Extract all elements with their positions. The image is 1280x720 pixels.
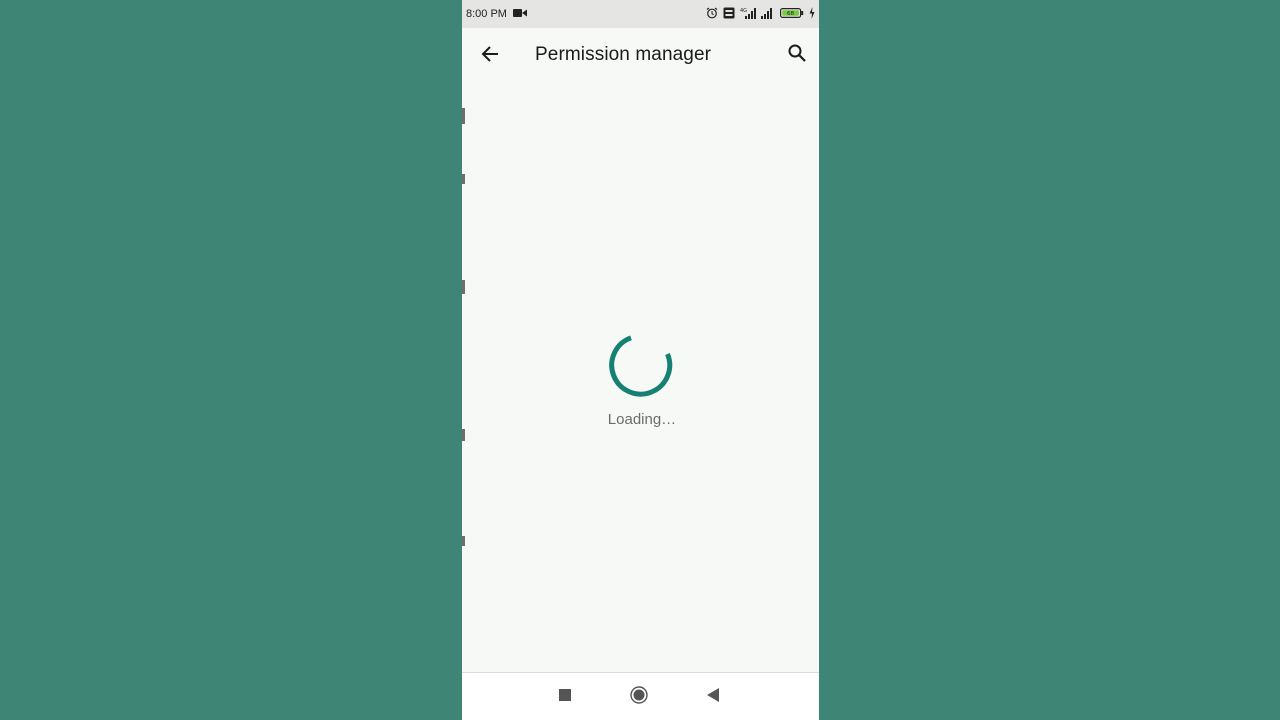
video-camera-icon xyxy=(512,8,527,21)
svg-text:68: 68 xyxy=(787,11,794,17)
search-icon xyxy=(788,44,806,67)
faded-list-edge xyxy=(462,536,465,546)
back-button[interactable] xyxy=(476,42,504,70)
status-bar: 8:00 PM 4G 68 xyxy=(462,0,819,28)
status-right: 4G 68 xyxy=(706,6,815,22)
app-bar: Permission manager xyxy=(462,28,819,84)
page-title: Permission manager xyxy=(535,44,712,65)
battery-icon: 68 xyxy=(780,7,804,22)
arrow-left-icon xyxy=(481,45,499,68)
faded-list-edge xyxy=(462,280,465,294)
charging-icon xyxy=(809,6,815,22)
status-time: 8:00 PM xyxy=(466,8,507,20)
phone-screen: 8:00 PM 4G 68 Permission manager Loading… xyxy=(462,0,819,720)
loading-spinner xyxy=(609,333,675,399)
faded-list-edge xyxy=(462,108,465,124)
status-left: 8:00 PM xyxy=(466,8,527,21)
volte-icon xyxy=(723,7,735,22)
recents-square-icon xyxy=(559,688,571,706)
faded-list-edge xyxy=(462,174,465,184)
navigation-bar xyxy=(462,672,819,720)
loading-text: Loading… xyxy=(607,411,677,428)
recents-button[interactable] xyxy=(553,685,577,709)
back-triangle-icon xyxy=(707,687,719,707)
signal-icon xyxy=(761,7,775,22)
svg-text:4G: 4G xyxy=(740,8,747,14)
search-button[interactable] xyxy=(783,41,811,69)
faded-list-edge xyxy=(462,429,465,441)
4g-signal-icon: 4G xyxy=(740,7,756,22)
nav-back-button[interactable] xyxy=(701,685,725,709)
alarm-icon xyxy=(706,7,718,22)
home-circle-icon xyxy=(630,685,648,709)
home-button[interactable] xyxy=(627,685,651,709)
content-area: Loading… xyxy=(462,84,819,672)
